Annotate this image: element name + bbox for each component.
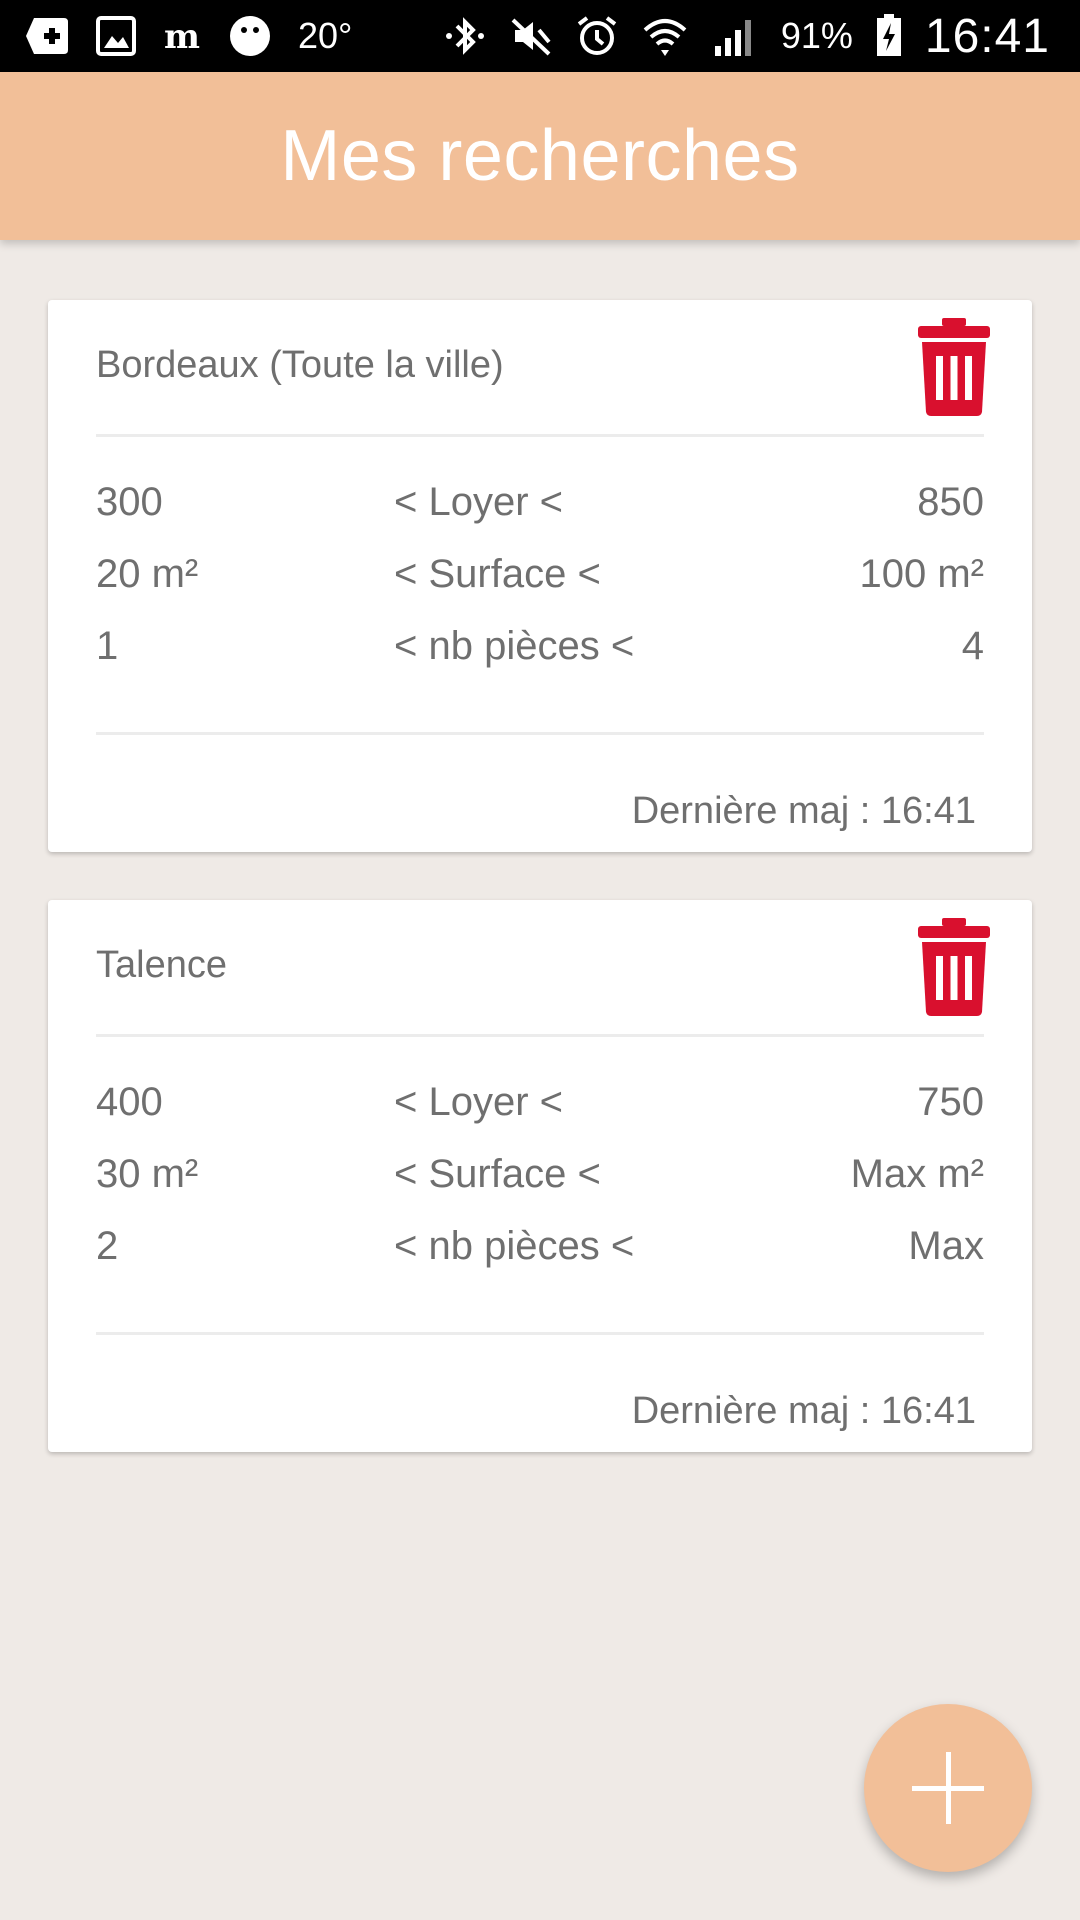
rooms-max: 4 <box>961 624 984 668</box>
page-title: Mes recherches <box>280 116 800 196</box>
criterion-row-surface: 20 m² < Surface < 100 m² <box>96 552 984 624</box>
rent-label: < Loyer < <box>394 480 564 524</box>
search-criteria: 400 < Loyer < 750 30 m² < Surface < Max … <box>96 1080 984 1296</box>
le-monde-icon: m <box>162 12 202 60</box>
rent-label: < Loyer < <box>394 1080 564 1124</box>
clock-text: 16:41 <box>924 9 1050 63</box>
delete-search-button[interactable] <box>916 318 992 416</box>
surface-label: < Surface < <box>394 552 601 596</box>
card-divider <box>96 732 984 735</box>
criterion-row-rent: 400 < Loyer < 750 <box>96 1080 984 1152</box>
criterion-row-rooms: 2 < nb pièces < Max <box>96 1224 984 1296</box>
status-bar-right: 91% 16:41 <box>443 0 1050 72</box>
signal-icon <box>711 12 759 60</box>
rooms-max: Max <box>908 1224 984 1268</box>
temperature-text: 20° <box>298 15 353 56</box>
surface-min: 20 m² <box>96 552 199 596</box>
criterion-row-rooms: 1 < nb pièces < 4 <box>96 624 984 696</box>
status-bar-left: m 20° <box>24 0 352 72</box>
search-card-header: Talence <box>96 900 990 1037</box>
search-criteria: 300 < Loyer < 850 20 m² < Surface < 100 … <box>96 480 984 696</box>
criterion-row-rent: 300 < Loyer < 850 <box>96 480 984 552</box>
battery-percent-text: 91% <box>780 15 853 56</box>
search-location: Bordeaux (Toute la ville) <box>96 344 504 386</box>
mute-icon <box>509 12 553 60</box>
rooms-min: 2 <box>96 1224 119 1268</box>
image-icon <box>96 12 136 60</box>
wifi-icon <box>641 12 689 60</box>
surface-max: 100 m² <box>859 552 985 596</box>
add-search-button[interactable] <box>864 1704 1032 1872</box>
criterion-row-surface: 30 m² < Surface < Max m² <box>96 1152 984 1224</box>
search-card[interactable]: Talence 400 < Loyer < 750 30 m² < Surfac… <box>48 900 1032 1452</box>
rooms-label: < nb pièces < <box>394 624 635 668</box>
rent-min: 400 <box>96 1080 163 1124</box>
trash-icon <box>918 318 990 416</box>
rent-max: 750 <box>917 1080 984 1124</box>
surface-label: < Surface < <box>394 1152 601 1196</box>
battery-charging-icon <box>875 12 903 60</box>
svg-text:m: m <box>164 17 200 56</box>
plus-icon <box>912 1752 984 1824</box>
last-update-text: Dernière maj : 16:41 <box>631 1390 976 1432</box>
status-bar: m 20° 91% 16:41 <box>0 0 1080 72</box>
last-update-text: Dernière maj : 16:41 <box>631 790 976 832</box>
search-card-header: Bordeaux (Toute la ville) <box>96 300 990 437</box>
search-card[interactable]: Bordeaux (Toute la ville) 300 < Loyer < … <box>48 300 1032 852</box>
alarm-icon <box>575 12 619 60</box>
bluetooth-icon <box>443 12 487 60</box>
rooms-label: < nb pièces < <box>394 1224 635 1268</box>
delete-search-button[interactable] <box>916 918 992 1016</box>
app-bar: Mes recherches <box>0 72 1080 240</box>
rent-max: 850 <box>917 480 984 524</box>
add-box-icon <box>24 12 70 60</box>
search-location: Talence <box>96 944 227 986</box>
card-divider <box>96 1332 984 1335</box>
rent-min: 300 <box>96 480 163 524</box>
trash-icon <box>918 918 990 1016</box>
surface-min: 30 m² <box>96 1152 199 1196</box>
rooms-min: 1 <box>96 624 119 668</box>
weather-face-icon <box>228 12 272 60</box>
surface-max: Max m² <box>850 1152 984 1196</box>
